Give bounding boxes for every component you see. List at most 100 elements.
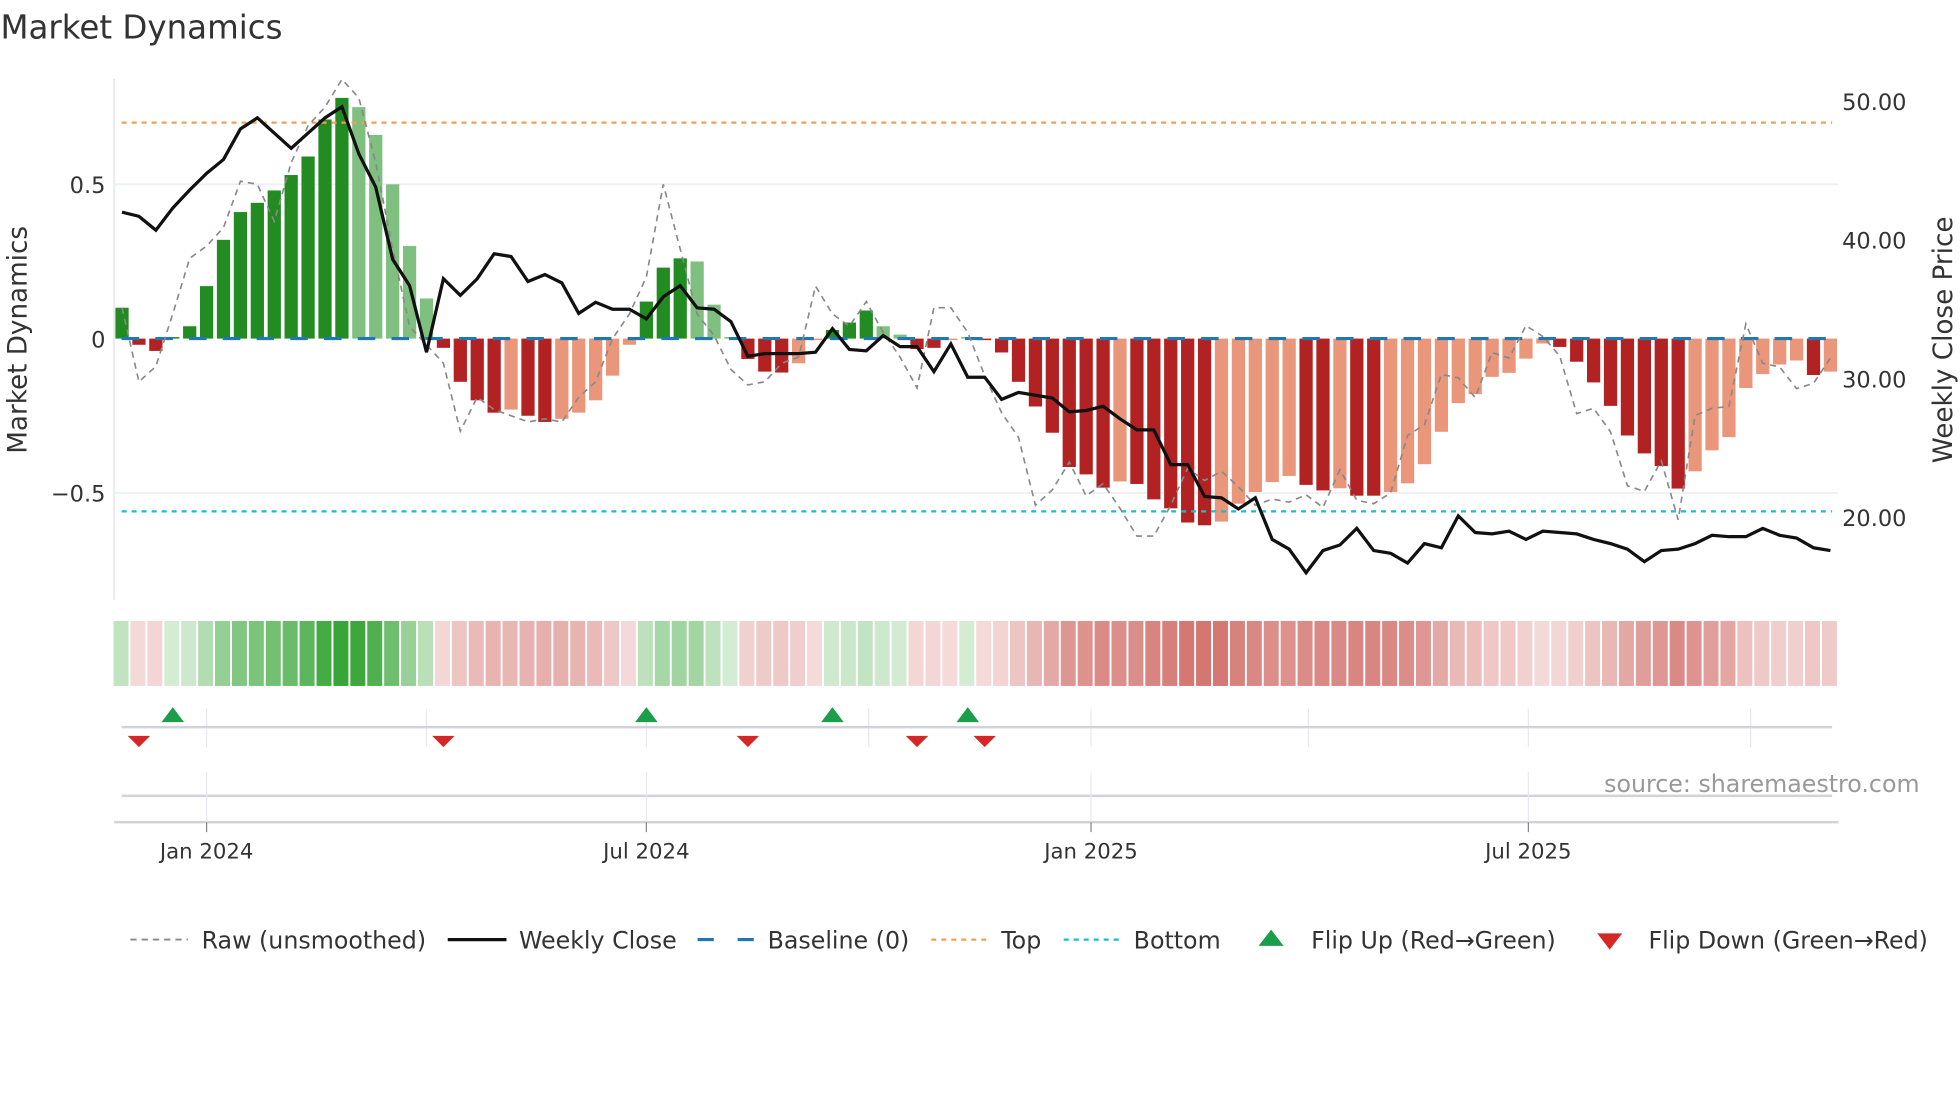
bar [605, 338, 620, 376]
strip-cell [1652, 620, 1668, 686]
flip-up-icon [956, 707, 980, 723]
strip-cell [1805, 620, 1821, 686]
strip-cell [519, 620, 535, 686]
strip-cell [1432, 620, 1448, 686]
strip-cell [993, 620, 1009, 686]
flip-down-icon [127, 735, 151, 748]
strip-cell [1754, 620, 1770, 686]
flip-down-icon [905, 735, 929, 748]
flip-markers [121, 707, 1833, 748]
strip-cell [231, 620, 247, 686]
strip-cell [299, 620, 315, 686]
bar [1113, 338, 1127, 482]
strip-cell [1331, 620, 1347, 686]
bar [555, 338, 569, 419]
bar [1654, 338, 1668, 467]
strip-cell [1399, 620, 1415, 686]
strip-cell [1534, 620, 1550, 686]
bar [859, 310, 873, 339]
source-label: source: sharemaestro.com [1604, 770, 1919, 798]
strip-cell [130, 620, 146, 686]
bar [1248, 338, 1262, 492]
x-tick-label: Jul 2024 [601, 839, 689, 864]
flip-up-icon [821, 707, 844, 723]
legend-label: Flip Down (Green→Red) [1648, 926, 1927, 954]
bar [1333, 338, 1347, 489]
flip-down-icon [973, 735, 996, 748]
bar [1570, 338, 1584, 362]
strip-cell [790, 620, 806, 686]
legend-label: Flip Up (Red→Green) [1311, 926, 1556, 954]
bar [1823, 338, 1838, 372]
strip-cell [823, 620, 839, 686]
bar [1789, 338, 1804, 361]
legend-flip-down-icon [1597, 933, 1623, 950]
bar [1062, 338, 1076, 467]
bar [318, 119, 332, 339]
bar [842, 322, 856, 339]
strip-cell [620, 620, 636, 686]
strip-cell [248, 620, 264, 686]
bar [199, 286, 214, 339]
bar [335, 97, 349, 339]
y-tick-label: −0.5 [51, 482, 106, 508]
strip-cell [1635, 620, 1651, 686]
y-tick-label: 0.5 [70, 173, 106, 199]
strip-cell [1669, 620, 1685, 686]
strip-cell [976, 620, 992, 686]
strip-cell [1060, 620, 1076, 686]
legend-label: Top [1000, 926, 1041, 954]
strip-cell [722, 620, 738, 686]
strip-cell [891, 620, 907, 686]
legend-label: Bottom [1134, 926, 1221, 954]
strip-cell [1026, 620, 1042, 686]
strip-cell [367, 620, 383, 686]
bar [284, 175, 298, 339]
strip-cell [1720, 620, 1736, 686]
bar [1806, 338, 1821, 376]
bar [1451, 338, 1465, 404]
bar [453, 338, 467, 382]
strip-cell [1551, 620, 1567, 686]
strip-cell [1280, 620, 1296, 686]
strip-cell [1229, 620, 1245, 686]
strip-cell [1703, 620, 1719, 686]
bar [1316, 338, 1330, 491]
bar [216, 239, 231, 339]
strip-cell [333, 620, 349, 686]
strip-cell [434, 620, 450, 686]
strip-cell [1568, 620, 1584, 686]
bar [504, 338, 518, 410]
strip-cell [384, 620, 400, 686]
strip-cell [1128, 620, 1144, 686]
bar [250, 202, 264, 339]
bar [1434, 338, 1449, 432]
bar [115, 307, 129, 339]
strip-cell [536, 620, 552, 686]
strip-cell [1821, 620, 1837, 686]
strip-cell [215, 620, 231, 686]
bar [1350, 338, 1364, 496]
bar [1214, 338, 1229, 522]
strip-cell [502, 620, 518, 686]
strip-cell [705, 620, 721, 686]
strip-cell [1263, 620, 1279, 686]
strip-cell [773, 620, 789, 686]
flip-up-icon [635, 707, 658, 723]
bar [1637, 338, 1651, 454]
strip-cell [553, 620, 569, 686]
strip-cell [1602, 620, 1618, 686]
strip-cell [1162, 620, 1178, 686]
strip-cell [1483, 620, 1499, 686]
bar [470, 338, 484, 401]
bar [994, 338, 1009, 353]
bar [1671, 338, 1685, 489]
strip-cell [1212, 620, 1228, 686]
bar [1417, 338, 1432, 465]
bar [1181, 338, 1195, 523]
strip-cell [147, 620, 163, 686]
legend-label: Weekly Close [519, 926, 677, 954]
strip-cell [350, 620, 366, 686]
flip-up-icon [161, 707, 185, 723]
bar [149, 338, 163, 351]
